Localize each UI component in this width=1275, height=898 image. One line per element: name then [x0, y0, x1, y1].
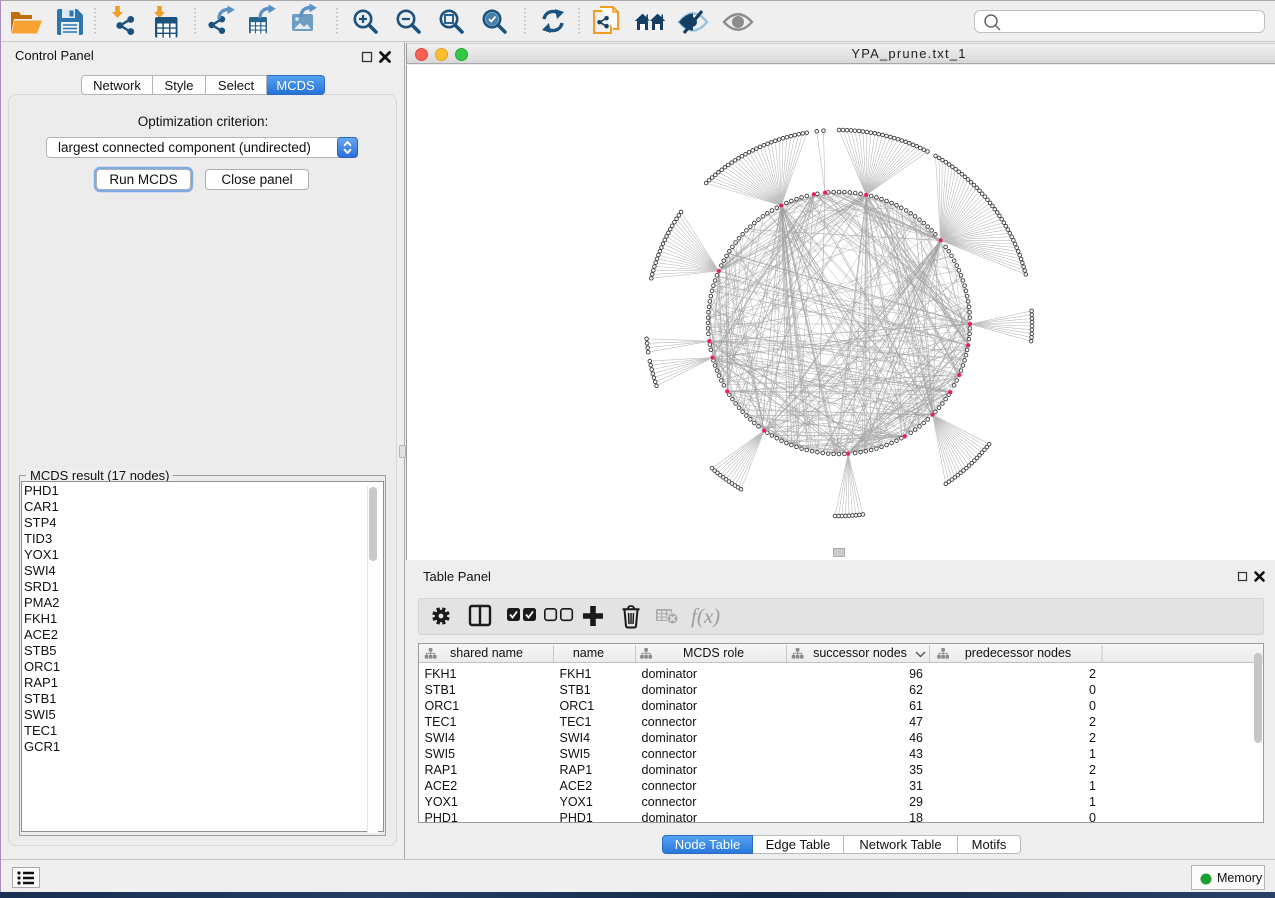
svg-text:f(x): f(x) [691, 604, 720, 628]
